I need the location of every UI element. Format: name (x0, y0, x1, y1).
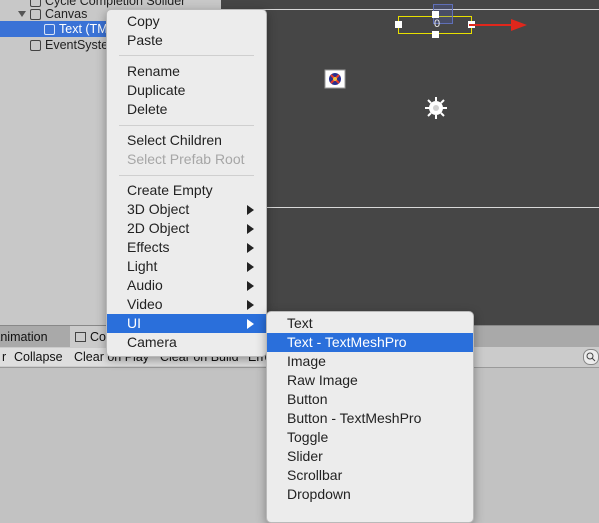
menu-item-paste[interactable]: Paste (107, 31, 266, 50)
menu-item-label: Video (127, 296, 163, 312)
menu-item-rename[interactable]: Rename (107, 62, 266, 81)
submenu-item-toggle[interactable]: Toggle (267, 428, 473, 447)
resize-handle-left[interactable] (395, 21, 402, 28)
collapse-toggle[interactable]: Collapse (10, 348, 75, 366)
menu-item-ui[interactable]: UI (107, 314, 266, 333)
menu-item-label: UI (127, 315, 141, 331)
menu-item-light[interactable]: Light (107, 257, 266, 276)
menu-item-select-prefab-root: Select Prefab Root (127, 151, 245, 167)
gizmo-value-label: 0 (433, 18, 441, 30)
menu-item-delete[interactable]: Delete (107, 100, 266, 119)
submenu-arrow-icon (247, 300, 254, 310)
expand-arrow-icon[interactable] (18, 11, 26, 17)
submenu-item-dropdown[interactable]: Dropdown (267, 485, 473, 504)
submenu-item-raw-image[interactable]: Raw Image (267, 371, 473, 390)
submenu-arrow-icon (247, 281, 254, 291)
submenu-item-slider[interactable]: Slider (267, 447, 473, 466)
submenu-item-text[interactable]: Text (267, 314, 473, 333)
menu-item-label: 3D Object (127, 201, 190, 217)
resize-handle-top[interactable] (432, 11, 439, 18)
menu-item-create-empty[interactable]: Create Empty (107, 181, 266, 200)
menu-item-effects[interactable]: Effects (107, 238, 266, 257)
resize-handle-bottom[interactable] (432, 31, 439, 38)
menu-item-label: Light (127, 258, 158, 274)
tab-animation[interactable]: Animation (0, 326, 64, 348)
context-menu: Copy Paste Rename Duplicate Delete Selec… (106, 9, 267, 357)
menu-separator (119, 175, 254, 176)
submenu-item-button-textmeshpro[interactable]: Button - TextMeshPro (267, 409, 473, 428)
gameobject-icon (30, 8, 41, 20)
console-icon (75, 332, 86, 342)
scene-view[interactable]: 0 (221, 0, 599, 325)
submenu-item-scrollbar[interactable]: Scrollbar (267, 466, 473, 485)
tab-console[interactable]: Console (70, 326, 110, 349)
menu-item-2d-object[interactable]: 2D Object (107, 219, 266, 238)
menu-item-3d-object[interactable]: 3D Object (107, 200, 266, 219)
submenu-arrow-icon (247, 205, 254, 215)
menu-item-label: Audio (127, 277, 163, 293)
menu-item-camera[interactable]: Camera (107, 333, 266, 352)
menu-item-copy[interactable]: Copy (107, 12, 266, 31)
canvas-top-edge (221, 9, 599, 10)
menu-separator (119, 55, 254, 56)
menu-item-audio[interactable]: Audio (107, 276, 266, 295)
submenu-item-button[interactable]: Button (267, 390, 473, 409)
move-x-arrow-icon[interactable] (469, 18, 529, 32)
menu-item-label: 2D Object (127, 220, 190, 236)
menu-separator (119, 125, 254, 126)
hierarchy-row-label: Canvas (45, 7, 88, 21)
submenu-arrow-icon (247, 262, 254, 272)
menu-item-duplicate[interactable]: Duplicate (107, 81, 266, 100)
menu-item-select-children[interactable]: Select Children (107, 131, 266, 150)
gameobject-icon (44, 23, 55, 35)
gameobject-icon (30, 39, 41, 51)
eventsystem-icon (324, 69, 346, 89)
canvas-bottom-edge (221, 207, 599, 208)
magnifier-icon (586, 352, 596, 362)
light-gizmo-icon (425, 97, 447, 119)
submenu-arrow-icon (247, 319, 254, 329)
menu-item-label: Effects (127, 239, 170, 255)
submenu-item-image[interactable]: Image (267, 352, 473, 371)
menu-item-video[interactable]: Video (107, 295, 266, 314)
search-icon[interactable] (583, 349, 599, 365)
ui-submenu: Text Text - TextMeshPro Image Raw Image … (266, 311, 474, 523)
submenu-item-text-textmeshpro[interactable]: Text - TextMeshPro (267, 333, 473, 352)
submenu-arrow-icon (247, 243, 254, 253)
submenu-arrow-icon (247, 224, 254, 234)
